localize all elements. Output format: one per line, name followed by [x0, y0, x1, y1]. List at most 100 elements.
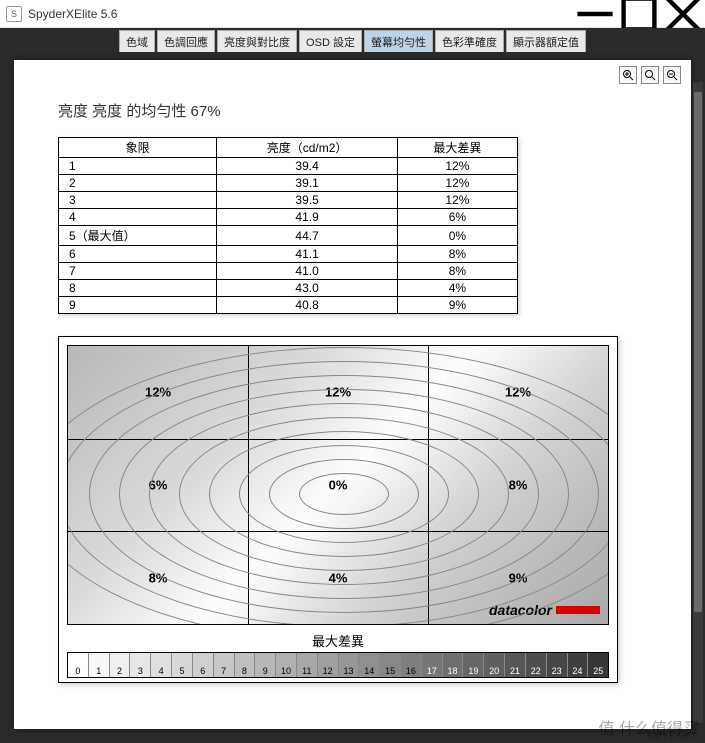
table-cell: 41.1 — [217, 246, 398, 263]
table-cell: 6 — [59, 246, 217, 263]
zone-label: 12% — [325, 385, 351, 400]
tab-2[interactable]: 亮度與對比度 — [217, 30, 297, 52]
zone-label: 4% — [329, 570, 348, 585]
colorbar-swatch: 12 — [318, 653, 339, 677]
zoom-fit-icon[interactable] — [641, 66, 659, 84]
table-cell: 6% — [397, 209, 517, 226]
table-header: 最大差異 — [397, 138, 517, 158]
zoom-in-icon[interactable] — [619, 66, 637, 84]
colorbar-swatch: 10 — [276, 653, 297, 677]
table-row: 339.512% — [59, 192, 518, 209]
table-cell: 5（最大值） — [59, 226, 217, 246]
table-cell: 41.9 — [217, 209, 398, 226]
table-row: 641.18% — [59, 246, 518, 263]
colorbar-swatch: 1 — [89, 653, 110, 677]
table-cell: 8% — [397, 263, 517, 280]
viewer-frame: 色域色調回應亮度與對比度OSD 設定螢幕均勻性色彩準確度顯示器額定值 亮度 亮度… — [0, 28, 705, 743]
table-cell: 9 — [59, 297, 217, 314]
table-cell: 1 — [59, 158, 217, 175]
zone-label: 9% — [509, 570, 528, 585]
colorbar-swatch: 24 — [568, 653, 589, 677]
report-page: 亮度 亮度 的均勻性 67% 象限亮度（cd/m2）最大差異 139.412%2… — [14, 60, 691, 729]
table-row: 139.412% — [59, 158, 518, 175]
uniformity-chart: datacolor 12%12%12%6%0%8%8%4%9% 最大差異 012… — [58, 336, 618, 683]
colorbar-swatch: 13 — [339, 653, 360, 677]
tab-6[interactable]: 顯示器額定值 — [506, 30, 586, 52]
table-cell: 39.4 — [217, 158, 398, 175]
table-row: 940.89% — [59, 297, 518, 314]
table-cell: 0% — [397, 226, 517, 246]
tab-0[interactable]: 色域 — [119, 30, 155, 52]
table-cell: 12% — [397, 175, 517, 192]
window-title: SpyderXElite 5.6 — [28, 7, 573, 21]
colorbar-swatch: 0 — [68, 653, 89, 677]
colorbar-swatch: 20 — [484, 653, 505, 677]
colorbar-swatch: 21 — [505, 653, 526, 677]
vertical-scrollbar[interactable] — [693, 82, 703, 723]
table-cell: 3 — [59, 192, 217, 209]
tab-4[interactable]: 螢幕均勻性 — [364, 30, 433, 52]
table-cell: 9% — [397, 297, 517, 314]
table-cell: 12% — [397, 192, 517, 209]
tab-3[interactable]: OSD 設定 — [299, 30, 362, 52]
page-wrap: 亮度 亮度 的均勻性 67% 象限亮度（cd/m2）最大差異 139.412%2… — [0, 52, 705, 743]
colorbar-swatch: 14 — [359, 653, 380, 677]
minimize-button[interactable] — [573, 0, 617, 28]
zone-label: 12% — [505, 385, 531, 400]
colorbar-swatch: 15 — [380, 653, 401, 677]
zone-label: 0% — [329, 478, 348, 493]
colorbar-swatch: 16 — [401, 653, 422, 677]
colorbar-swatch: 8 — [235, 653, 256, 677]
page-tools — [619, 66, 681, 84]
colorbar-swatch: 11 — [297, 653, 318, 677]
table-cell: 4% — [397, 280, 517, 297]
zone-label: 8% — [149, 570, 168, 585]
zone-label: 8% — [509, 478, 528, 493]
colorbar-swatch: 5 — [172, 653, 193, 677]
colorbar-swatch: 19 — [463, 653, 484, 677]
colorbar-swatch: 9 — [255, 653, 276, 677]
close-button[interactable] — [661, 0, 705, 28]
table-row: 441.96% — [59, 209, 518, 226]
table-row: 239.112% — [59, 175, 518, 192]
table-cell: 7 — [59, 263, 217, 280]
zoom-out-icon[interactable] — [663, 66, 681, 84]
table-cell: 12% — [397, 158, 517, 175]
zone-label: 6% — [149, 478, 168, 493]
table-cell: 39.5 — [217, 192, 398, 209]
colorbar-swatch: 4 — [151, 653, 172, 677]
table-cell: 8% — [397, 246, 517, 263]
colorbar-swatch: 6 — [193, 653, 214, 677]
scrollbar-thumb[interactable] — [694, 92, 702, 612]
colorbar-swatch: 22 — [526, 653, 547, 677]
page-heading: 亮度 亮度 的均勻性 67% — [58, 100, 647, 121]
colorbar-swatch: 25 — [588, 653, 608, 677]
table-header: 亮度（cd/m2） — [217, 138, 398, 158]
app-icon: S — [6, 6, 22, 22]
table-cell: 4 — [59, 209, 217, 226]
maximize-button[interactable] — [617, 0, 661, 28]
report-tabs: 色域色調回應亮度與對比度OSD 設定螢幕均勻性色彩準確度顯示器額定值 — [0, 28, 705, 52]
table-row: 843.04% — [59, 280, 518, 297]
colorbar-swatch: 2 — [110, 653, 131, 677]
table-cell: 41.0 — [217, 263, 398, 280]
tab-1[interactable]: 色調回應 — [157, 30, 215, 52]
colorbar-swatch: 7 — [214, 653, 235, 677]
table-row: 5（最大值）44.70% — [59, 226, 518, 246]
colorbar-legend: 0123456789101112131415161718192021222324… — [67, 652, 609, 678]
table-header: 象限 — [59, 138, 217, 158]
tab-5[interactable]: 色彩準確度 — [435, 30, 504, 52]
uniformity-table: 象限亮度（cd/m2）最大差異 139.412%239.112%339.512%… — [58, 137, 518, 314]
brand-logo: datacolor — [489, 602, 600, 618]
legend-title: 最大差異 — [67, 631, 609, 650]
table-cell: 2 — [59, 175, 217, 192]
colorbar-swatch: 18 — [443, 653, 464, 677]
table-cell: 39.1 — [217, 175, 398, 192]
table-row: 741.08% — [59, 263, 518, 280]
heatmap-plot: datacolor 12% 12% 12% 6% 0% 8% 8% 4% 9% — [67, 345, 609, 625]
colorbar-swatch: 3 — [130, 653, 151, 677]
zone-label: 12% — [145, 385, 171, 400]
colorbar-swatch: 17 — [422, 653, 443, 677]
table-cell: 40.8 — [217, 297, 398, 314]
table-cell: 44.7 — [217, 226, 398, 246]
